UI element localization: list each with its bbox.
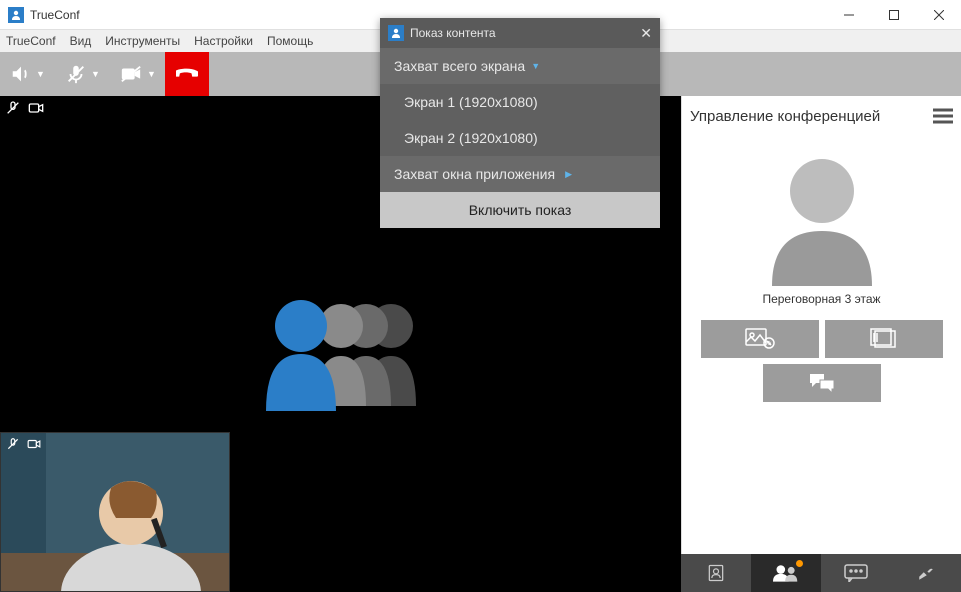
close-button[interactable] bbox=[916, 0, 961, 30]
mic-off-icon bbox=[5, 437, 21, 451]
popup-titlebar: Показ контента ✕ bbox=[380, 18, 660, 48]
screen-2-item[interactable]: Экран 2 (1920x1080) bbox=[380, 120, 660, 156]
start-sharing-button[interactable]: Включить показ bbox=[380, 192, 660, 228]
camera-icon bbox=[25, 437, 43, 451]
tab-participants[interactable] bbox=[751, 554, 821, 592]
menu-tools[interactable]: Инструменты bbox=[105, 34, 180, 48]
capture-full-screen-label: Захват всего экрана bbox=[394, 58, 525, 74]
bottom-tabs bbox=[681, 554, 961, 592]
mic-off-icon bbox=[4, 100, 22, 116]
camera-icon bbox=[26, 100, 46, 116]
hangup-button[interactable] bbox=[165, 52, 209, 96]
side-panel: Управление конференцией Переговорная 3 э… bbox=[681, 96, 961, 592]
minimize-button[interactable] bbox=[826, 0, 871, 30]
side-header: Управление конференцией bbox=[682, 96, 961, 136]
content-sharing-popup: Показ контента ✕ Захват всего экрана ▼ Э… bbox=[380, 18, 660, 228]
chevron-down-icon: ▼ bbox=[147, 69, 156, 79]
triangle-down-icon: ▼ bbox=[531, 61, 540, 71]
capture-app-window-item[interactable]: Захват окна приложения ▶ bbox=[380, 156, 660, 192]
video-status-icons bbox=[4, 100, 46, 116]
menu-help[interactable]: Помощь bbox=[267, 34, 313, 48]
triangle-right-icon: ▶ bbox=[565, 169, 572, 180]
capture-app-window-label: Захват окна приложения bbox=[394, 166, 555, 182]
share-slides-button[interactable] bbox=[825, 320, 943, 358]
popup-app-icon bbox=[388, 25, 404, 41]
camera-button[interactable]: ▼ bbox=[110, 52, 165, 96]
popup-title-text: Показ контента bbox=[410, 26, 496, 40]
capture-full-screen-item[interactable]: Захват всего экрана ▼ bbox=[380, 48, 660, 84]
menu-trueconf[interactable]: TrueConf bbox=[6, 34, 56, 48]
app-icon bbox=[8, 7, 24, 23]
tab-tools[interactable] bbox=[891, 554, 961, 592]
participant-name: Переговорная 3 этаж bbox=[762, 292, 880, 306]
chevron-down-icon: ▼ bbox=[91, 69, 100, 79]
mic-button[interactable]: ▼ bbox=[55, 52, 110, 96]
self-view[interactable] bbox=[0, 432, 230, 592]
participant-avatar bbox=[757, 146, 887, 286]
tab-address-book[interactable] bbox=[681, 554, 751, 592]
self-video-placeholder bbox=[1, 433, 230, 592]
chevron-down-icon: ▼ bbox=[36, 69, 45, 79]
side-title: Управление конференцией bbox=[690, 108, 880, 125]
menu-settings[interactable]: Настройки bbox=[194, 34, 253, 48]
tab-chat[interactable] bbox=[821, 554, 891, 592]
chat-button[interactable] bbox=[763, 364, 881, 402]
speaker-button[interactable]: ▼ bbox=[0, 52, 55, 96]
menu-view[interactable]: Вид bbox=[70, 34, 92, 48]
conference-placeholder-icon bbox=[256, 296, 426, 416]
notification-dot bbox=[796, 560, 803, 567]
maximize-button[interactable] bbox=[871, 0, 916, 30]
popup-close-button[interactable]: ✕ bbox=[640, 25, 652, 42]
screen-1-item[interactable]: Экран 1 (1920x1080) bbox=[380, 84, 660, 120]
share-image-button[interactable] bbox=[701, 320, 819, 358]
menu-icon[interactable] bbox=[933, 108, 953, 124]
